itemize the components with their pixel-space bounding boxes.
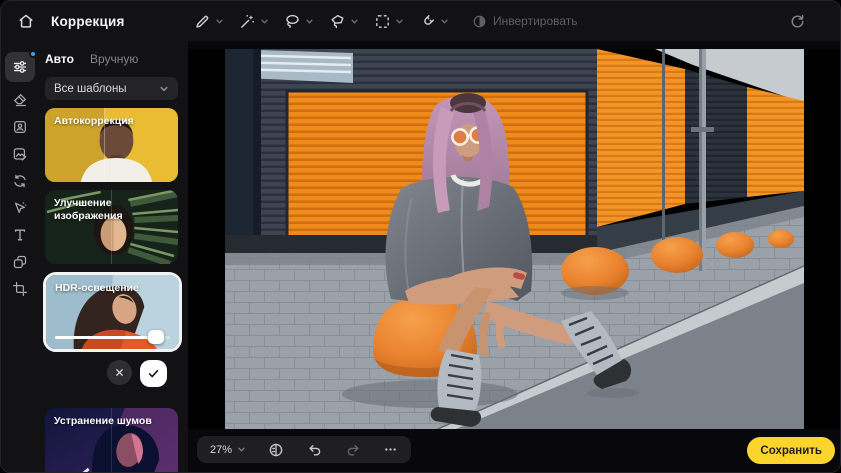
text-icon <box>12 227 28 243</box>
chevron-down-icon <box>237 445 246 454</box>
rail-item-magic-select[interactable] <box>7 195 33 220</box>
portrait-frame-icon <box>12 119 28 135</box>
draw-selection-tool[interactable] <box>192 10 226 33</box>
more-options-button[interactable] <box>383 442 398 457</box>
rail-item-adjustments[interactable] <box>5 52 35 82</box>
save-button[interactable]: Сохранить <box>747 437 835 464</box>
chevron-down-icon <box>395 17 404 26</box>
template-label: Автокоррекция <box>54 115 170 128</box>
invert-icon <box>472 14 487 29</box>
image-edit-icon <box>12 146 28 162</box>
page-title: Коррекция <box>51 14 125 29</box>
regenerate-icon <box>12 173 28 189</box>
rail-item-regenerate[interactable] <box>7 168 33 193</box>
cancel-template-button[interactable] <box>107 360 132 385</box>
lasso-tool[interactable] <box>282 10 316 33</box>
magic-wand-icon <box>239 13 256 30</box>
template-label: HDR-освещение <box>55 282 171 295</box>
rail-item-overlay[interactable] <box>7 249 33 274</box>
rail-item-image-edit[interactable] <box>7 141 33 166</box>
tab-manual[interactable]: Вручную <box>90 52 138 66</box>
chevron-down-icon <box>159 84 169 94</box>
magic-cursor-icon <box>12 200 28 216</box>
apply-template-button[interactable] <box>140 360 167 387</box>
rail-item-crop[interactable] <box>7 276 33 301</box>
tab-auto[interactable]: Авто <box>45 52 74 66</box>
template-card-hdr-selected[interactable]: HDR-освещение <box>43 272 182 352</box>
chevron-down-icon <box>305 17 314 26</box>
adjustments-sliders-icon <box>12 59 28 75</box>
template-label: Улучшение изображения <box>54 197 170 222</box>
templates-panel: Авто Вручную Все шаблоны <box>39 41 188 472</box>
check-icon <box>147 367 160 380</box>
photo-editor-app: Коррекция <box>0 0 841 473</box>
home-button[interactable] <box>14 9 38 33</box>
templates-filter-dropdown[interactable]: Все шаблоны <box>45 77 178 100</box>
photo-letterbox <box>188 49 840 429</box>
compare-before-after-button[interactable] <box>268 442 284 458</box>
rail-item-eraser[interactable] <box>7 87 33 112</box>
tool-rail <box>1 41 39 472</box>
undo-button[interactable] <box>307 442 323 458</box>
invert-selection-button[interactable]: Инвертировать <box>472 14 578 29</box>
marquee-icon <box>374 13 391 30</box>
template-card-autocorrect[interactable]: Автокоррекция <box>45 108 178 182</box>
template-confirm-row <box>45 360 167 387</box>
chevron-down-icon <box>440 17 449 26</box>
close-icon <box>114 367 125 378</box>
zoom-level-value: 27% <box>210 444 232 456</box>
rail-item-text[interactable] <box>7 222 33 247</box>
notification-badge <box>29 50 37 58</box>
polygon-lasso-tool[interactable] <box>327 10 361 33</box>
editor-canvas[interactable]: 27% <box>188 41 840 472</box>
edited-photo[interactable] <box>225 49 804 429</box>
reset-history-icon <box>789 13 806 30</box>
magnet-lasso-icon <box>419 13 436 30</box>
compare-icon <box>268 442 284 458</box>
template-list: Автокоррекция Ул <box>39 108 188 473</box>
hdr-slider-thumb[interactable] <box>148 330 164 344</box>
home-icon <box>17 12 35 30</box>
viewer-bar: 27% <box>197 436 411 463</box>
overlay-squares-icon <box>12 254 28 270</box>
magnet-lasso-tool[interactable] <box>417 10 451 33</box>
undo-icon <box>307 442 323 458</box>
template-card-enhance[interactable]: Улучшение изображения <box>45 190 178 264</box>
reset-history-button[interactable] <box>786 10 808 32</box>
quick-select-tool[interactable] <box>237 10 271 33</box>
lasso-icon <box>284 13 301 30</box>
hdr-intensity-slider[interactable] <box>55 330 170 344</box>
template-card-denoise[interactable]: Устранение шумов <box>45 408 178 473</box>
chevron-down-icon <box>350 17 359 26</box>
zoom-level-dropdown[interactable]: 27% <box>210 444 246 456</box>
polygon-lasso-icon <box>329 13 346 30</box>
templates-filter-value: Все шаблоны <box>54 83 127 95</box>
rect-select-tool[interactable] <box>372 10 406 33</box>
chevron-down-icon <box>215 17 224 26</box>
top-bar: Коррекция <box>1 1 840 41</box>
crop-icon <box>12 281 28 297</box>
pen-icon <box>194 13 211 30</box>
mode-tabs: Авто Вручную <box>39 41 188 66</box>
template-label: Устранение шумов <box>54 415 170 428</box>
selection-toolbar: Инвертировать <box>192 1 578 41</box>
invert-label: Инвертировать <box>493 14 578 28</box>
hdr-slider-fill <box>55 336 156 339</box>
save-button-label: Сохранить <box>760 445 822 457</box>
chevron-down-icon <box>260 17 269 26</box>
redo-icon <box>345 442 361 458</box>
more-icon <box>383 442 398 457</box>
eraser-icon <box>12 92 28 108</box>
redo-button[interactable] <box>345 442 361 458</box>
rail-item-portrait[interactable] <box>7 114 33 139</box>
